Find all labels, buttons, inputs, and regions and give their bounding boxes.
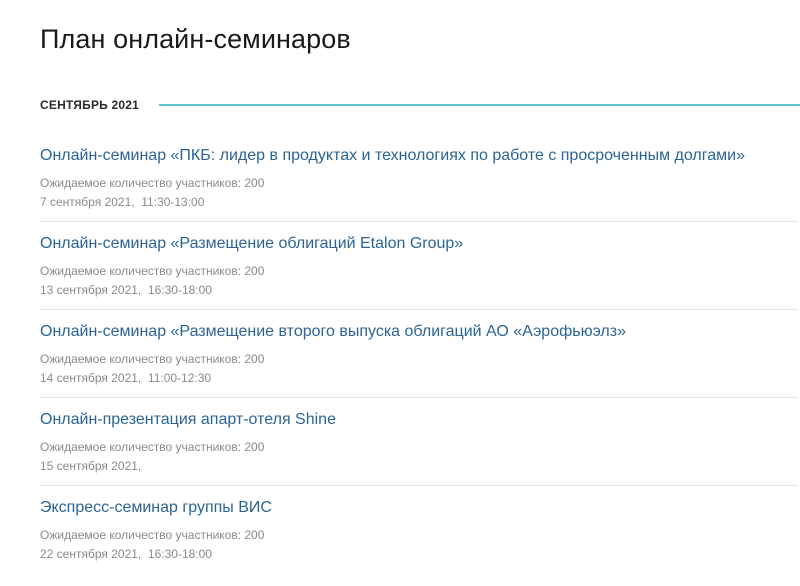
month-divider-line <box>159 104 800 106</box>
event-date: 15 сентября 2021, <box>40 459 142 473</box>
event-date: 14 сентября 2021, 11:00-12:30 <box>40 371 212 385</box>
event-participants: Ожидаемое количество участников: 200 <box>40 440 265 454</box>
list-item: Онлайн-семинар «Размещение второго выпус… <box>40 310 798 398</box>
event-date: 13 сентября 2021, 16:30-18:00 <box>40 283 212 297</box>
event-participants: Ожидаемое количество участников: 200 <box>40 264 265 278</box>
event-title-link[interactable]: Онлайн-семинар «Размещение второго выпус… <box>40 322 626 342</box>
event-date: 22 сентября 2021, 16:30-18:00 <box>40 547 212 561</box>
month-label: СЕНТЯБРЬ 2021 <box>40 98 140 112</box>
month-section-header: СЕНТЯБРЬ 2021 <box>40 96 800 114</box>
event-title-link[interactable]: Онлайн-презентация апарт-отеля Shine <box>40 410 336 430</box>
event-participants: Ожидаемое количество участников: 200 <box>40 176 265 190</box>
list-item: Онлайн-семинар «Размещение облигаций Eta… <box>40 222 798 310</box>
page-title: План онлайн-семинаров <box>40 24 351 54</box>
event-title-link[interactable]: Онлайн-семинар «ПКБ: лидер в продуктах и… <box>40 146 745 166</box>
event-title-link[interactable]: Экспресс-семинар группы ВИС <box>40 498 272 518</box>
list-item: Онлайн-презентация апарт-отеля Shine Ожи… <box>40 398 798 486</box>
event-title-link[interactable]: Онлайн-семинар «Размещение облигаций Eta… <box>40 234 463 254</box>
event-participants: Ожидаемое количество участников: 200 <box>40 528 265 542</box>
event-date: 7 сентября 2021, 11:30-13:00 <box>40 195 205 209</box>
event-participants: Ожидаемое количество участников: 200 <box>40 352 265 366</box>
list-item: Экспресс-семинар группы ВИС Ожидаемое ко… <box>40 486 798 574</box>
list-item: Онлайн-семинар «ПКБ: лидер в продуктах и… <box>40 134 798 222</box>
event-list: Онлайн-семинар «ПКБ: лидер в продуктах и… <box>40 134 798 574</box>
